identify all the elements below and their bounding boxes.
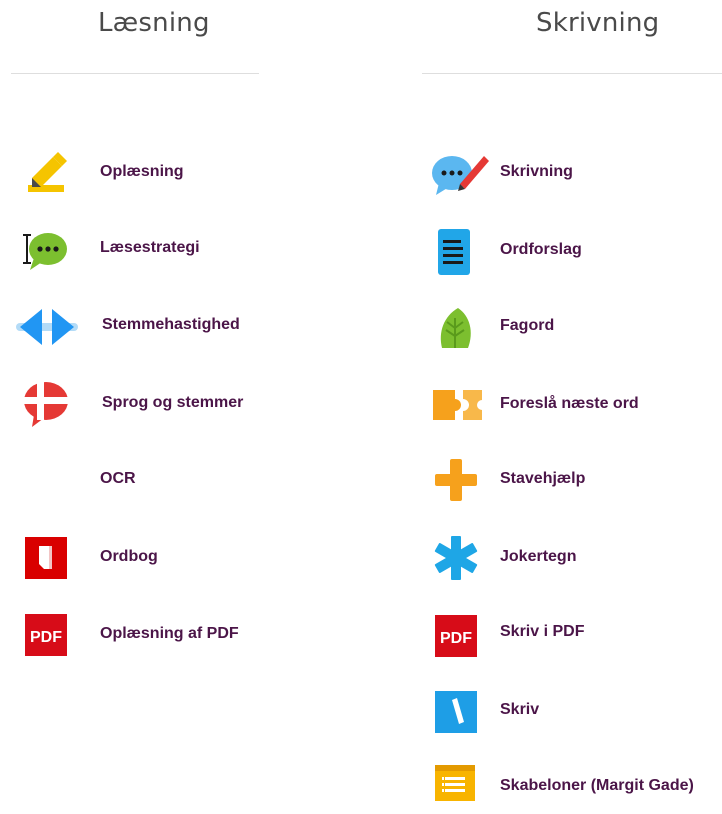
speed-arrows-icon	[16, 301, 78, 353]
reading-header: Læsning	[98, 8, 210, 38]
writing-item-label: Skabeloner (Margit Gade)	[500, 777, 694, 794]
writing-item-fagord[interactable]: Fagord	[410, 302, 722, 354]
reading-item-label: Læsestrategi	[100, 239, 200, 256]
writing-item-label: Jokertegn	[500, 548, 577, 565]
writing-item-stavehjaelp[interactable]: Stavehjælp	[410, 455, 722, 507]
writing-item-ordforslag[interactable]: Ordforslag	[410, 226, 722, 278]
reading-item-label: Oplæsning af PDF	[100, 625, 239, 642]
reading-divider	[11, 73, 259, 74]
highlighter-icon	[20, 148, 72, 200]
reading-item-label: Oplæsning	[100, 163, 184, 180]
reading-item-oplaesning[interactable]: Oplæsning	[0, 148, 290, 200]
reading-item-label: Sprog og stemmer	[102, 394, 244, 411]
asterisk-icon	[430, 533, 482, 585]
puzzle-icon	[430, 380, 487, 432]
writing-item-skrivning[interactable]: Skrivning	[410, 148, 722, 200]
text-lines-icon	[430, 226, 482, 278]
reading-item-stemmehastighed[interactable]: Stemmehastighed	[0, 301, 290, 353]
plus-icon	[430, 455, 482, 507]
writing-item-jokertegn[interactable]: Jokertegn	[410, 533, 722, 585]
writing-item-skabeloner[interactable]: Skabeloner (Margit Gade)	[410, 762, 722, 814]
reading-item-ordbog[interactable]: Ordbog	[0, 533, 290, 585]
reading-item-laesestrategi[interactable]: Læsestrategi	[0, 224, 290, 276]
svg-text:PDF: PDF	[30, 629, 62, 646]
svg-text:PDF: PDF	[440, 630, 472, 647]
writing-item-label: Skrivning	[500, 163, 573, 180]
writing-item-label: Foreslå næste ord	[500, 395, 639, 412]
writing-item-label: Stavehjælp	[500, 470, 586, 487]
reading-item-ocr[interactable]: OCR	[0, 455, 290, 507]
writing-item-label: Skriv	[500, 701, 540, 718]
pdf-icon: PDF	[430, 608, 482, 660]
writing-item-skriv[interactable]: Skriv	[410, 686, 722, 738]
writing-item-label: Fagord	[500, 317, 555, 334]
reading-item-label: Ordbog	[100, 548, 158, 565]
pdf-icon: PDF	[20, 610, 72, 662]
writing-item-skriv-pdf[interactable]: PDF Skriv i PDF	[410, 608, 722, 660]
book-icon	[20, 533, 72, 585]
reading-item-label: OCR	[100, 470, 136, 487]
writing-item-label: Skriv i PDF	[500, 623, 585, 640]
speech-bubble-cursor-icon	[20, 224, 72, 276]
danish-flag-bubble-icon	[20, 379, 72, 431]
writing-item-foreslaa[interactable]: Foreslå næste ord	[410, 380, 722, 432]
reading-item-label: Stemmehastighed	[102, 316, 240, 333]
reading-item-sprog[interactable]: Sprog og stemmer	[0, 379, 290, 431]
template-icon	[430, 762, 482, 814]
writing-divider	[422, 73, 722, 74]
pen-square-icon	[430, 686, 482, 738]
writing-item-label: Ordforslag	[500, 241, 582, 258]
speech-bubble-pen-icon	[430, 148, 489, 200]
writing-header: Skrivning	[536, 8, 660, 38]
reading-item-pdf[interactable]: PDF Oplæsning af PDF	[0, 610, 290, 662]
leaf-icon	[430, 302, 482, 354]
